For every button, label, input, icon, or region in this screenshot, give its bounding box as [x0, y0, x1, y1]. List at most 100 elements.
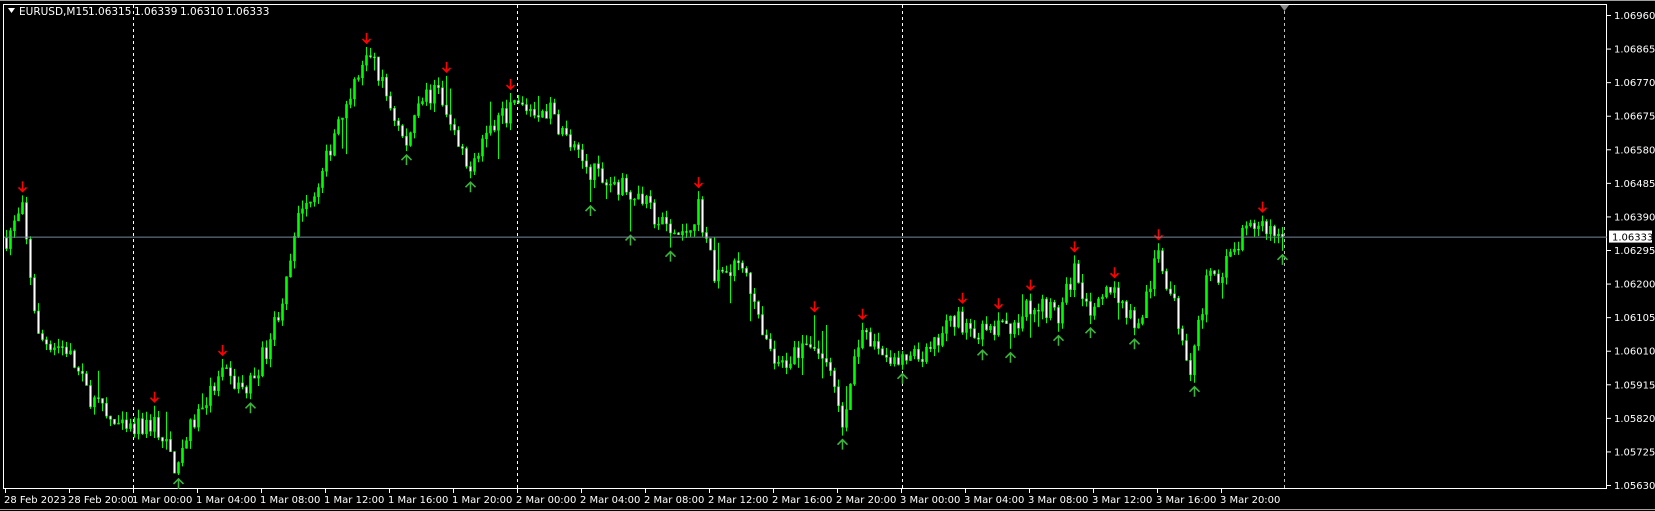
candle-body [561, 127, 564, 135]
candle [1177, 295, 1180, 335]
candle-body [437, 85, 440, 88]
x-tick-label: 1 Mar 04:00 [196, 495, 256, 506]
candle-body [929, 346, 932, 350]
candle-body [953, 315, 956, 328]
candle-body [549, 102, 552, 119]
candle-body [417, 103, 420, 116]
candle [1205, 269, 1208, 323]
x-tick-label: 3 Mar 20:00 [1220, 495, 1280, 506]
x-tick-label: 2 Mar 16:00 [772, 495, 832, 506]
candle-body [101, 398, 104, 404]
candle-body [41, 333, 44, 340]
candle-body [545, 111, 548, 119]
candle-body [345, 104, 348, 119]
candle-body [317, 187, 320, 197]
candle-body [1013, 322, 1016, 335]
candle-body [481, 138, 484, 157]
candle-body [161, 437, 164, 442]
candle-body [181, 447, 184, 463]
candle-body [1073, 263, 1076, 290]
candle-body [121, 419, 124, 424]
candle-body [301, 208, 304, 214]
candle-body [13, 220, 16, 231]
candle-body [1025, 300, 1028, 318]
candle-body [73, 350, 76, 368]
candle-body [369, 55, 372, 58]
ohlc-high: 1.06339 [134, 6, 177, 18]
candle-body [137, 418, 140, 435]
candle-body [573, 144, 576, 148]
candle-body [605, 182, 608, 186]
candle-body [785, 360, 788, 368]
price-axis[interactable]: 1.06960 1.06865 1.06770 1.06675 1.06580 1.064… [1607, 11, 1655, 492]
candle-body [429, 89, 432, 104]
candle-body [901, 354, 904, 365]
candle-body [1157, 250, 1160, 259]
candle-body [97, 397, 100, 399]
candle-body [1125, 301, 1128, 319]
candle-body [1121, 301, 1124, 304]
candle-body [421, 101, 424, 105]
candle-body [793, 347, 796, 365]
y-tick-label: 1.06485 [1614, 179, 1655, 190]
candle-body [241, 382, 244, 388]
candle-body [385, 76, 388, 97]
candle-body [625, 177, 628, 193]
candle-body [1253, 222, 1256, 230]
candle-body [541, 111, 544, 118]
candle-body [829, 362, 832, 371]
chart-symbol: EURUSD,M15 [19, 6, 89, 18]
y-tick-label: 1.06960 [1614, 11, 1655, 22]
candle-body [745, 268, 748, 274]
candle-body [169, 439, 172, 452]
candle [465, 146, 468, 169]
candle-body [1021, 316, 1024, 329]
candle [709, 238, 712, 251]
candle-body [833, 370, 836, 387]
candle-body [489, 125, 492, 134]
y-tick-label: 1.06580 [1614, 145, 1655, 156]
chart-background [0, 0, 1655, 511]
candle-body [1265, 221, 1268, 235]
candle-body [1245, 225, 1248, 229]
x-tick-label: 2 Mar 20:00 [836, 495, 896, 506]
candle-body [957, 311, 960, 328]
candle-body [21, 202, 24, 214]
candle-body [53, 347, 56, 351]
candle-body [993, 326, 996, 336]
candle-body [593, 163, 596, 181]
candle-body [505, 108, 508, 124]
candle-body [777, 361, 780, 364]
candle [1105, 285, 1108, 299]
candle-body [89, 385, 92, 408]
x-tick-label: 3 Mar 08:00 [1028, 495, 1088, 506]
price-chart[interactable]: 1.06960 1.06865 1.06770 1.06675 1.06580 1.064… [0, 0, 1655, 511]
candle-body [817, 348, 820, 354]
y-tick-label: 1.06200 [1614, 280, 1655, 291]
x-tick-label: 3 Mar 00:00 [900, 495, 960, 506]
candle-body [165, 439, 168, 442]
candle-body [1237, 248, 1240, 251]
candle-body [917, 348, 920, 360]
candle-body [1093, 306, 1096, 316]
candle [33, 273, 36, 314]
candle [177, 461, 180, 475]
candle [173, 450, 176, 474]
x-tick-label: 2 Mar 04:00 [580, 495, 640, 506]
candle-body [1197, 319, 1200, 347]
candle-body [1001, 320, 1004, 323]
candle-body [533, 108, 536, 116]
candle-body [357, 77, 360, 80]
candle-body [637, 193, 640, 200]
candle-body [141, 418, 144, 435]
candle-body [737, 260, 740, 264]
candle-body [1017, 322, 1020, 329]
candle-body [333, 133, 336, 156]
candle-body [1065, 283, 1068, 303]
candle-body [1129, 310, 1132, 319]
candle-body [1045, 298, 1048, 318]
candle-body [861, 330, 864, 348]
candle-body [921, 358, 924, 362]
candle-body [1105, 286, 1108, 298]
candle-body [557, 113, 560, 135]
